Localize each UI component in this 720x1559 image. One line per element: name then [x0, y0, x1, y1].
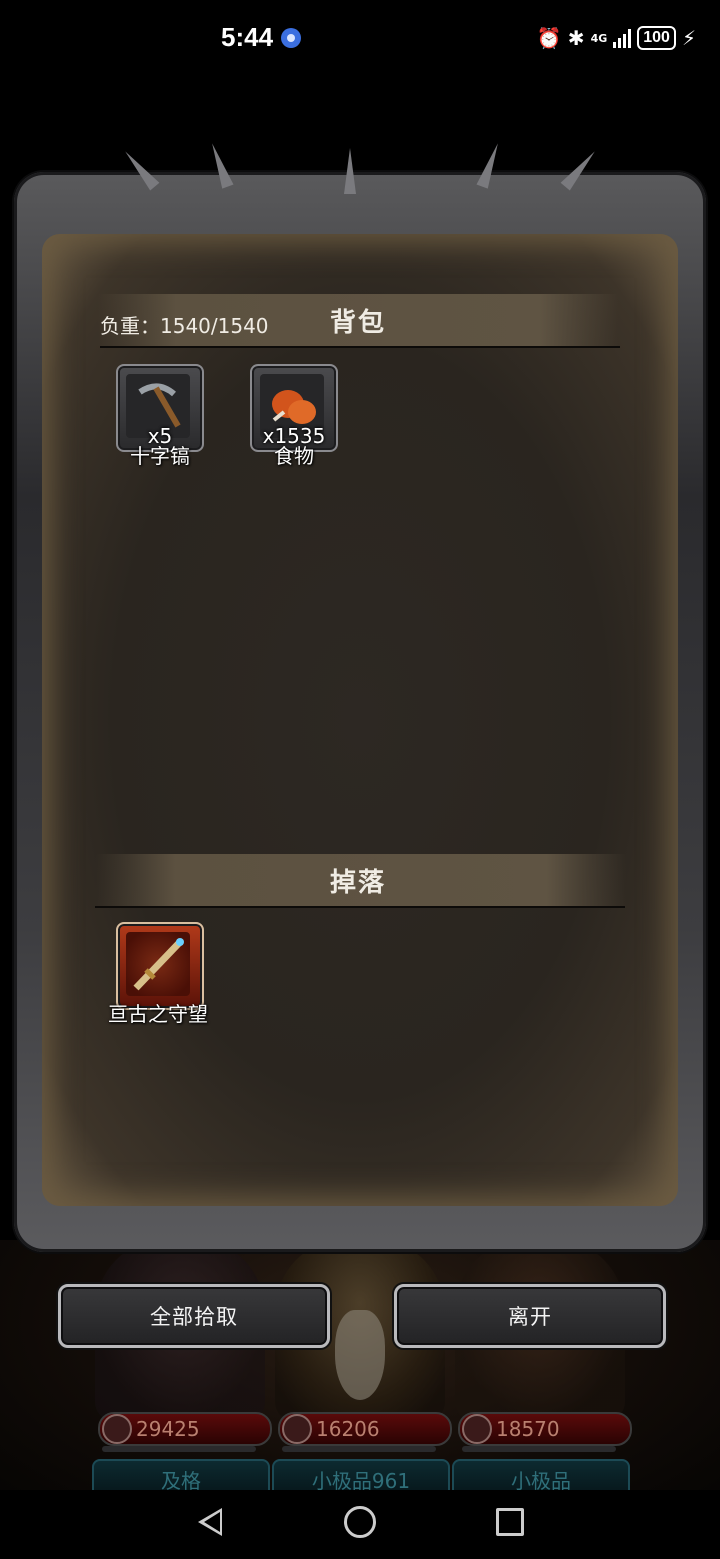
frame-spike [120, 147, 160, 191]
power-icon [282, 1414, 312, 1444]
weight-label: 负重：1540/1540 [100, 314, 269, 338]
hero-power-value-2: 16206 [316, 1417, 380, 1441]
loot-panel-frame: 负重：1540/1540 背包 x5 十字镐 x1535 食物 掉落 亘古之守望 [14, 141, 706, 1252]
battery-level: 100 [637, 26, 676, 50]
frame-spike [206, 141, 234, 189]
hero-power-2: 16206 [278, 1412, 452, 1446]
frame-spike [344, 148, 356, 194]
hero-power-value-1: 29425 [136, 1417, 200, 1441]
item-slot-food[interactable]: x1535 [250, 364, 338, 452]
status-bar: 5:44 ⏰ ✱ 4G 100 ⚡ [0, 0, 720, 80]
item-slot-pickaxe[interactable]: x5 [116, 364, 204, 452]
drop-slot-sword[interactable] [116, 922, 204, 1010]
frame-spike [476, 141, 504, 189]
bluetooth-icon: ✱ [567, 26, 585, 50]
drops-divider [95, 906, 625, 908]
signal-icon [613, 28, 632, 48]
location-icon [281, 28, 301, 48]
back-icon[interactable] [198, 1508, 222, 1536]
recent-apps-icon[interactable] [496, 1508, 524, 1536]
home-icon[interactable] [344, 1506, 376, 1538]
network-type: 4G [590, 31, 608, 45]
hero-beard [335, 1310, 385, 1400]
screen: 5:44 ⏰ ✱ 4G 100 ⚡ 负重：1540/1540 背包 x5 十字镐… [0, 0, 720, 1559]
hero-hp-bar-1 [102, 1446, 256, 1452]
system-icons: ⏰ ✱ 4G 100 ⚡ [537, 26, 696, 50]
hero-power-value-3: 18570 [496, 1417, 560, 1441]
pickup-all-button[interactable]: 全部拾取 [58, 1284, 330, 1348]
alarm-icon: ⏰ [536, 26, 562, 50]
backpack-divider [100, 346, 620, 348]
charging-icon: ⚡ [681, 26, 696, 50]
backpack-title: 背包 [330, 308, 387, 338]
drops-title: 掉落 [330, 868, 387, 898]
power-icon [462, 1414, 492, 1444]
sword-icon [126, 932, 190, 996]
hero-hp-bar-3 [462, 1446, 616, 1452]
item-name-pickaxe: 十字镐 [130, 444, 190, 468]
item-name-food: 食物 [274, 444, 314, 468]
drop-name-sword: 亘古之守望 [108, 1002, 208, 1026]
power-icon [102, 1414, 132, 1444]
leave-button[interactable]: 离开 [394, 1284, 666, 1348]
panel-parchment: 负重：1540/1540 背包 x5 十字镐 x1535 食物 掉落 亘古之守望 [42, 234, 678, 1206]
frame-spike [560, 147, 600, 191]
hero-hp-bar-2 [282, 1446, 436, 1452]
navigation-bar [0, 1490, 720, 1559]
hero-power-1: 29425 [98, 1412, 272, 1446]
hero-power-3: 18570 [458, 1412, 632, 1446]
status-time: 5:44 [221, 22, 274, 52]
